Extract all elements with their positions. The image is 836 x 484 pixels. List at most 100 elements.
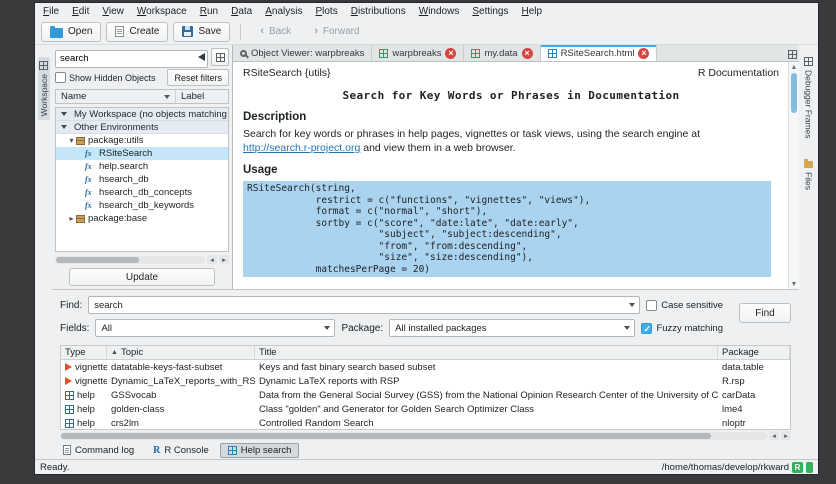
- result-row[interactable]: vignette datatable-keys-fast-subset Keys a…: [61, 360, 790, 374]
- results-hscroll-thumb[interactable]: [61, 432, 712, 439]
- result-row[interactable]: help golden-class Class "golden" and Gener…: [61, 402, 790, 416]
- tool-tab-label: R Console: [164, 444, 209, 456]
- menu-item-file[interactable]: File: [43, 6, 59, 17]
- tree-label: My Workspace (no objects matching filter…: [74, 108, 228, 120]
- scroll-left-icon[interactable]: ◂: [207, 255, 217, 264]
- debugger-frames-toolview-button[interactable]: Debugger Frames: [803, 53, 815, 143]
- fuzzy-matching-checkbox[interactable]: [641, 322, 653, 334]
- case-sensitive-label: Case sensitive: [661, 299, 723, 311]
- tree-item-hsearch-db-keywords[interactable]: hsearch_db_keywords: [56, 199, 228, 212]
- type-column-header[interactable]: Type: [61, 346, 107, 359]
- topic-column-header[interactable]: ▲ Topic: [107, 346, 255, 359]
- menu-item-data[interactable]: Data: [231, 6, 252, 17]
- save-button[interactable]: Save: [173, 21, 231, 42]
- help-icon: [65, 418, 74, 428]
- menu-item-distributions[interactable]: Distributions: [351, 6, 406, 17]
- name-column-header[interactable]: Name: [56, 90, 176, 103]
- case-sensitive-checkbox[interactable]: [646, 299, 658, 311]
- right-tool-strip: Debugger Frames Files: [799, 45, 818, 459]
- tab-rsitesearch-html[interactable]: RSiteSearch.html: [540, 45, 658, 61]
- usage-heading: Usage: [243, 164, 278, 176]
- results-hscroll-track[interactable]: [60, 431, 767, 440]
- detach-window-icon: [788, 50, 797, 59]
- scroll-down-icon[interactable]: ▼: [789, 279, 799, 289]
- tab-object-viewer-warpbreaks[interactable]: Object Viewer: warpbreaks: [233, 45, 373, 61]
- search-engine-link[interactable]: http://search.r-project.org: [243, 142, 360, 154]
- package-icon: [76, 136, 85, 145]
- tree-hscrollbar[interactable]: ◂ ▸: [55, 255, 229, 264]
- workspace-search-input[interactable]: [55, 49, 208, 68]
- label-column-header[interactable]: Label: [176, 90, 228, 103]
- open-button-label: Open: [68, 26, 93, 37]
- package-column-header[interactable]: Package: [718, 346, 790, 359]
- scroll-up-icon[interactable]: ▲: [789, 62, 799, 72]
- description-paragraph: Search for key words or phrases in help …: [243, 127, 748, 155]
- help-search-panel: Find: search Case sensitive Fields: All …: [52, 289, 799, 441]
- tree-category-my-workspace-no-objects-matchi[interactable]: My Workspace (no objects matching filter…: [56, 108, 228, 121]
- scroll-right-icon[interactable]: ▸: [219, 255, 229, 264]
- expander-icon[interactable]: ▸: [67, 214, 76, 223]
- files-toolview-button[interactable]: Files: [803, 157, 815, 194]
- fields-combo[interactable]: All: [95, 319, 336, 337]
- show-hidden-checkbox[interactable]: [55, 72, 66, 83]
- help-vscroll-thumb[interactable]: [791, 73, 797, 113]
- menu-item-view[interactable]: View: [102, 6, 124, 17]
- result-row[interactable]: vignette Dynamic_LaTeX_reports_with_RSP Dy…: [61, 374, 790, 388]
- tree-label: RSiteSearch: [99, 148, 153, 159]
- find-button[interactable]: Find: [739, 303, 791, 323]
- tree-label: package:utils: [88, 135, 144, 146]
- reset-filters-button[interactable]: Reset filters: [167, 69, 229, 86]
- results-hscrollbar[interactable]: ◂ ▸: [60, 431, 791, 440]
- tree-item-hsearch-db-concepts[interactable]: hsearch_db_concepts: [56, 186, 228, 199]
- tab-my-data[interactable]: my.data: [464, 45, 541, 61]
- menu-item-analysis[interactable]: Analysis: [265, 6, 302, 17]
- menu-item-plots[interactable]: Plots: [315, 6, 337, 17]
- results-header: Type ▲ Topic Title Package: [61, 346, 790, 360]
- tree-item-package-base[interactable]: ▸ package:base: [56, 212, 228, 225]
- tree-label: help.search: [99, 161, 149, 172]
- title-column-label: Title: [259, 347, 277, 358]
- menu-item-edit[interactable]: Edit: [72, 6, 89, 17]
- back-button[interactable]: ‹ Back: [251, 22, 300, 42]
- tool-tab-r-console[interactable]: R Console: [145, 443, 217, 458]
- menu-item-run[interactable]: Run: [200, 6, 218, 17]
- menu-item-windows[interactable]: Windows: [419, 6, 460, 17]
- close-icon[interactable]: [521, 47, 533, 59]
- menu-item-help[interactable]: Help: [521, 6, 542, 17]
- open-button[interactable]: Open: [41, 21, 102, 42]
- result-row[interactable]: help crs2lm Controlled Random Search nloptr: [61, 416, 790, 429]
- menu-item-workspace[interactable]: Workspace: [137, 6, 187, 17]
- help-vscrollbar[interactable]: ▲ ▼: [788, 62, 799, 289]
- title-column-header[interactable]: Title: [255, 346, 718, 359]
- scroll-right-icon[interactable]: ▸: [781, 431, 791, 440]
- scroll-left-icon[interactable]: ◂: [769, 431, 779, 440]
- help-icon: [65, 404, 74, 414]
- filter-options-button[interactable]: [211, 48, 229, 66]
- tree-item-help-search[interactable]: help.search: [56, 160, 228, 173]
- menu-item-settings[interactable]: Settings: [472, 6, 508, 17]
- result-row[interactable]: help GSSvocab Data from the General Social…: [61, 388, 790, 402]
- description-text-before: Search for key words or phrases in help …: [243, 128, 700, 140]
- usage-code[interactable]: RSiteSearch(string, restrict = c("functi…: [243, 181, 771, 277]
- close-icon[interactable]: [638, 47, 650, 59]
- tree-hscroll-thumb[interactable]: [56, 256, 139, 263]
- package-combo[interactable]: All installed packages: [389, 319, 636, 337]
- tool-tab-command-log[interactable]: Command log: [55, 443, 142, 458]
- find-term-combo[interactable]: search: [88, 296, 641, 314]
- workspace-toolview-button[interactable]: Workspace: [37, 57, 50, 121]
- tree-item-hsearch-db[interactable]: hsearch_db: [56, 173, 228, 186]
- create-button[interactable]: Create: [106, 21, 169, 42]
- update-button[interactable]: Update: [69, 268, 215, 286]
- tree-item-rsitesearch[interactable]: RSiteSearch: [56, 147, 228, 160]
- tree-item-package-utils[interactable]: ▾ package:utils: [56, 134, 228, 147]
- create-button-label: Create: [129, 26, 160, 37]
- tree-hscroll-track[interactable]: [55, 255, 205, 264]
- close-icon[interactable]: [445, 47, 457, 59]
- help-topic: RSiteSearch {utils}: [243, 67, 331, 79]
- clear-search-icon[interactable]: [198, 53, 205, 61]
- tree-category-other-environments[interactable]: Other Environments: [56, 121, 228, 134]
- tool-tab-help-search[interactable]: Help search: [219, 442, 300, 458]
- expander-icon[interactable]: ▾: [67, 136, 76, 145]
- tab-warpbreaks[interactable]: warpbreaks: [372, 45, 465, 61]
- forward-button[interactable]: › Forward: [305, 22, 368, 42]
